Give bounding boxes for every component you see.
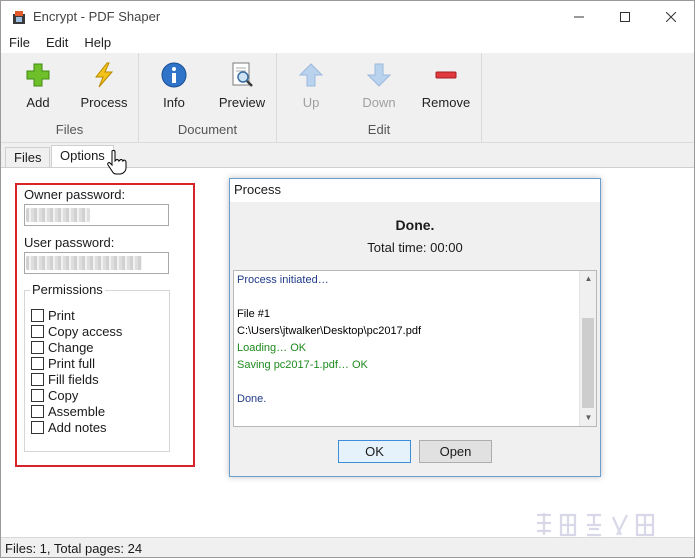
arrow-down-icon: [366, 63, 392, 87]
tab-strip: Files Options: [1, 143, 694, 169]
hand-cursor-icon: [107, 149, 127, 175]
permission-label: Change: [48, 339, 94, 355]
process-log[interactable]: Process initiated… File #1 C:\Users\jtwa…: [233, 270, 597, 427]
checkbox[interactable]: [31, 308, 44, 322]
permission-fill-fields[interactable]: Fill fields: [31, 371, 99, 387]
permission-label: Print: [48, 307, 75, 323]
close-button[interactable]: [648, 1, 694, 33]
process-dialog: Process Done. Total time: 00:00 Process …: [229, 178, 601, 477]
process-status: Done.: [395, 217, 435, 233]
permission-change[interactable]: Change: [31, 339, 94, 355]
permission-copy-access[interactable]: Copy access: [31, 323, 122, 339]
tab-files[interactable]: Files: [5, 147, 51, 169]
permissions-group: Permissions Print Copy access Change Pri…: [24, 282, 170, 452]
log-line: File #1: [237, 308, 271, 320]
toolbar: Add Process Files Info Preview Document …: [1, 53, 694, 143]
log-scrollbar[interactable]: ▲ ▼: [579, 271, 596, 426]
owner-password-field[interactable]: [24, 204, 169, 226]
preview-icon: [232, 62, 253, 87]
toolbar-group-edit: Up Down Remove Edit: [277, 53, 482, 143]
log-line: C:\Users\jtwalker\Desktop\pc2017.pdf: [237, 325, 422, 337]
info-icon: [161, 62, 187, 88]
toolbar-group-files: Add Process Files: [1, 53, 139, 143]
permission-assemble[interactable]: Assemble: [31, 403, 105, 419]
permission-label: Add notes: [48, 419, 107, 435]
permission-label: Copy: [48, 387, 79, 403]
remove-button[interactable]: Remove: [411, 59, 481, 111]
window-title: Encrypt - PDF Shaper: [33, 9, 161, 24]
ok-button[interactable]: OK: [338, 440, 411, 463]
down-label: Down: [362, 95, 396, 110]
menu-help[interactable]: Help: [76, 33, 119, 53]
user-password-mask: [26, 256, 142, 270]
checkbox[interactable]: [31, 356, 44, 370]
pdf-shaper-app-icon: [13, 11, 25, 24]
remove-label: Remove: [421, 95, 471, 110]
maximize-icon: [620, 12, 630, 22]
add-icon: [26, 63, 50, 87]
log-line: Done.: [237, 393, 267, 405]
permission-label: Assemble: [48, 403, 106, 419]
document-group-label: Document: [177, 122, 238, 137]
down-button[interactable]: Down: [344, 59, 414, 111]
checkbox[interactable]: [31, 420, 44, 434]
permission-add-notes[interactable]: Add notes: [31, 419, 107, 435]
log-line: Process initiated…: [237, 274, 329, 286]
menu-file[interactable]: File: [1, 33, 38, 53]
app-window: Encrypt - PDF Shaper File Edit Help Add: [0, 0, 695, 558]
watermark-logo: [537, 513, 655, 537]
info-label: Info: [163, 95, 185, 110]
scroll-down-icon[interactable]: ▼: [580, 410, 596, 426]
edit-group-label: Edit: [367, 122, 391, 137]
toolbar-group-document: Info Preview Document: [139, 53, 277, 143]
status-bar: Files: 1, Total pages: 24: [1, 537, 694, 557]
maximize-button[interactable]: [602, 1, 648, 33]
up-label: Up: [302, 95, 320, 110]
add-label: Add: [26, 95, 50, 110]
permission-print-full[interactable]: Print full: [31, 355, 95, 371]
checkbox[interactable]: [31, 324, 44, 338]
files-group-label: Files: [55, 122, 84, 137]
lightning-icon: [94, 62, 114, 88]
open-button[interactable]: Open: [419, 440, 492, 463]
status-text: Files: 1, Total pages: 24: [5, 541, 143, 556]
arrow-up-icon: [298, 63, 324, 87]
preview-label: Preview: [218, 95, 266, 110]
user-password-field[interactable]: [24, 252, 169, 274]
permission-label: Fill fields: [48, 371, 99, 387]
log-line: Loading… OK: [237, 342, 307, 354]
permission-print[interactable]: Print: [31, 307, 75, 323]
dialog-title: Process: [230, 179, 600, 202]
title-bar: Encrypt - PDF Shaper: [1, 1, 694, 33]
scroll-up-icon[interactable]: ▲: [580, 271, 596, 287]
scroll-thumb[interactable]: [582, 318, 594, 408]
permission-copy[interactable]: Copy: [31, 387, 78, 403]
menu-edit[interactable]: Edit: [38, 33, 76, 53]
permissions-legend: Permissions: [30, 282, 105, 297]
menu-bar: File Edit Help: [1, 33, 694, 53]
info-button[interactable]: Info: [139, 59, 209, 111]
close-icon: [666, 12, 676, 22]
permission-label: Copy access: [48, 323, 123, 339]
checkbox[interactable]: [31, 388, 44, 402]
preview-button[interactable]: Preview: [207, 59, 277, 111]
tab-options[interactable]: Options: [51, 145, 114, 169]
add-button[interactable]: Add: [3, 59, 73, 111]
process-button[interactable]: Process: [69, 59, 139, 111]
remove-icon: [435, 71, 457, 79]
checkbox[interactable]: [31, 372, 44, 386]
minimize-icon: [574, 16, 584, 18]
checkbox[interactable]: [31, 404, 44, 418]
owner-password-mask: [26, 208, 90, 222]
up-button[interactable]: Up: [276, 59, 346, 111]
user-password-label: User password:: [24, 235, 115, 250]
log-line: Saving pc2017-1.pdf… OK: [237, 359, 368, 371]
minimize-button[interactable]: [556, 1, 602, 33]
owner-password-label: Owner password:: [24, 187, 126, 202]
process-label: Process: [80, 95, 128, 110]
checkbox[interactable]: [31, 340, 44, 354]
total-time: Total time: 00:00: [367, 240, 463, 255]
permission-label: Print full: [48, 355, 95, 371]
options-panel: Owner password: User password: Permissio…: [15, 183, 195, 467]
